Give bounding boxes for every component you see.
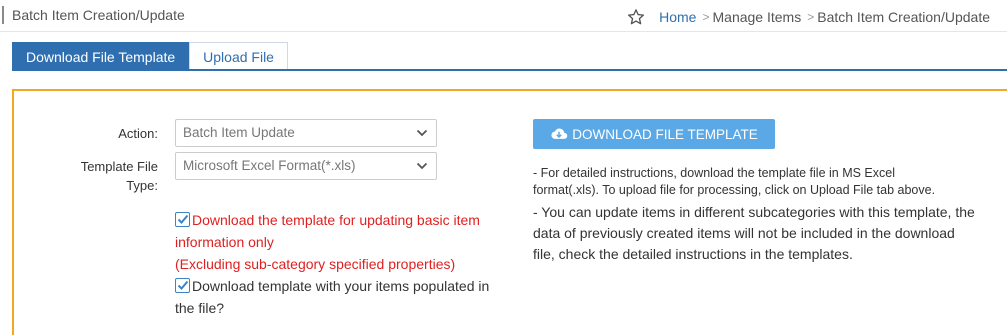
basic-info-option: Download the template for updating basic… (175, 209, 515, 275)
instructions-paragraph-1: - For detailed instructions, download th… (533, 165, 1003, 199)
template-file-type-select[interactable]: Microsoft Excel Format(*.xls) (175, 152, 437, 180)
basic-info-checkbox[interactable] (175, 212, 190, 227)
page-title: Batch Item Creation/Update (12, 7, 185, 23)
instructions-p2-line1: - You can update items in different subc… (533, 204, 975, 220)
populated-items-checkbox[interactable] (175, 278, 190, 293)
instructions-p1-line1: - For detailed instructions, download th… (533, 166, 895, 180)
cloud-download-icon (551, 128, 568, 139)
instructions-p2-line2: data of previously created items will no… (533, 225, 955, 241)
breadcrumb-manage-items[interactable]: Manage Items (713, 9, 802, 25)
tab-underline (12, 69, 1007, 71)
breadcrumb-home-link[interactable]: Home (659, 9, 696, 25)
chevron-down-icon (416, 162, 428, 170)
instructions-p1-line2: format(.xls). To upload file for process… (533, 183, 936, 197)
action-select[interactable]: Batch Item Update (175, 119, 437, 147)
star-icon[interactable] (627, 8, 645, 26)
instructions-paragraph-2: - You can update items in different subc… (533, 202, 1003, 265)
breadcrumb: Home > Manage Items > Batch Item Creatio… (627, 8, 990, 26)
basic-info-line2: information only (175, 234, 274, 250)
populated-items-line2: the file? (175, 300, 225, 316)
chevron-down-icon (416, 129, 428, 137)
page-header: Batch Item Creation/Update Home > Manage… (0, 0, 1007, 32)
breadcrumb-separator: > (807, 10, 815, 24)
populated-items-line1: Download template with your items popula… (192, 278, 490, 294)
download-button-label: DOWNLOAD FILE TEMPLATE (572, 126, 758, 142)
template-file-type-label: Template File Type: (74, 157, 158, 195)
basic-info-line1: Download the template for updating basic… (192, 212, 480, 228)
template-select-value: Microsoft Excel Format(*.xls) (183, 158, 356, 173)
action-label: Action: (118, 126, 158, 141)
tab-upload-file[interactable]: Upload File (189, 42, 288, 70)
checkmark-icon (177, 280, 189, 290)
action-select-value: Batch Item Update (183, 125, 295, 140)
template-label-line1: Template File (80, 159, 158, 174)
breadcrumb-separator: > (702, 10, 710, 24)
title-accent-bar (2, 6, 4, 24)
instructions-p2-line3: file, check the detailed instructions in… (533, 246, 853, 262)
checkmark-icon (177, 214, 189, 224)
tab-bar: Download File Template Upload File (12, 42, 288, 70)
template-label-line2: Type: (126, 178, 158, 193)
populated-items-option: Download template with your items popula… (175, 275, 515, 319)
download-file-template-button[interactable]: DOWNLOAD FILE TEMPLATE (533, 119, 775, 149)
download-template-panel: Action: Batch Item Update Template File … (12, 89, 1007, 335)
basic-info-line3: (Excluding sub-category specified proper… (175, 256, 456, 272)
breadcrumb-current: Batch Item Creation/Update (817, 9, 990, 25)
tab-download-file-template[interactable]: Download File Template (12, 42, 190, 70)
